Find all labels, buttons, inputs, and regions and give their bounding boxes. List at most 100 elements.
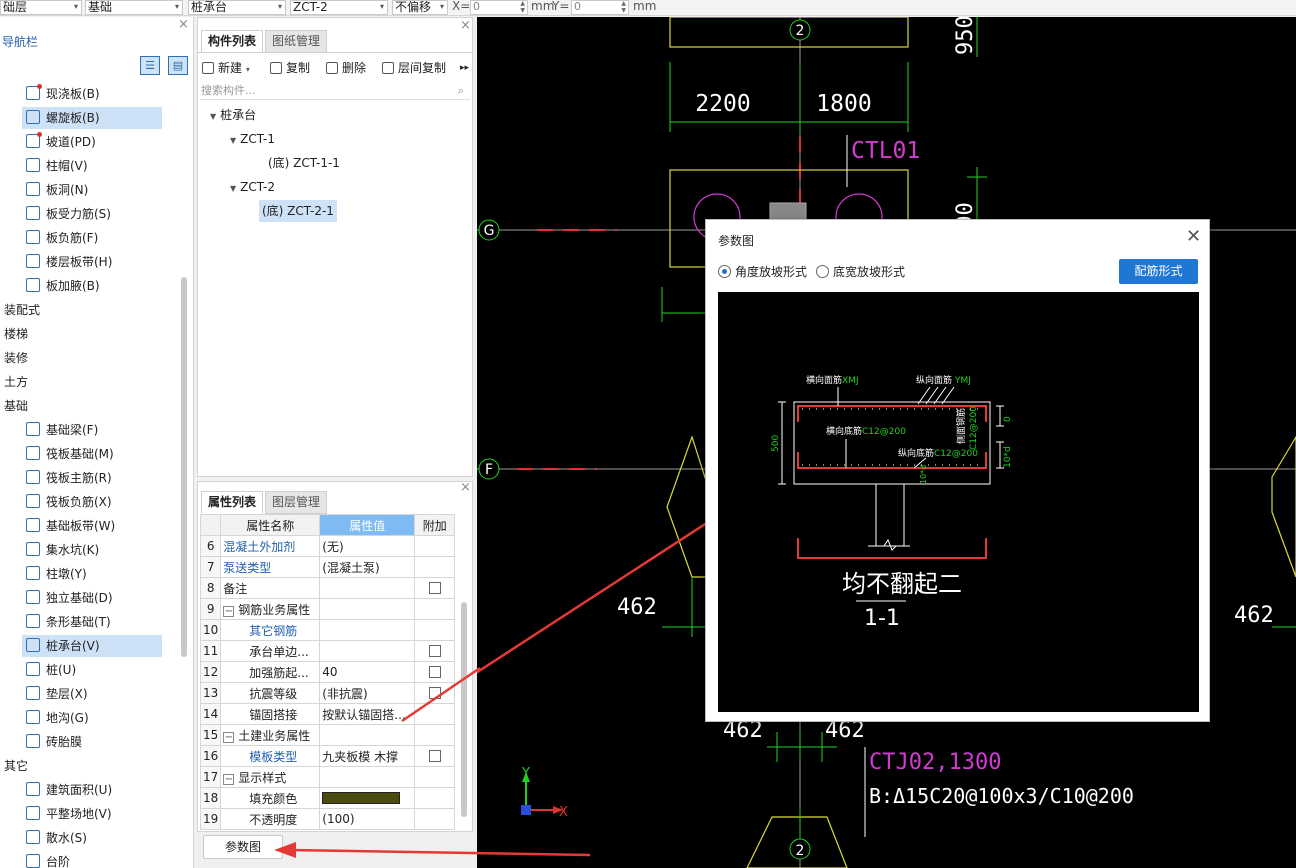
property-value[interactable]: (100)	[319, 808, 416, 830]
checkbox[interactable]	[428, 750, 441, 762]
table-row[interactable]: 14 锚固搭接 按默认锚固搭...	[199, 703, 456, 725]
tree-node-zct2[interactable]: ▼ ZCT-2	[230, 176, 275, 198]
nav-item[interactable]: 板负筋(F)	[22, 227, 162, 249]
property-value[interactable]: (非抗震)	[319, 682, 416, 704]
table-row[interactable]: 13 抗震等级 (非抗震)	[199, 682, 456, 704]
checkbox[interactable]	[428, 645, 441, 657]
checkbox[interactable]	[428, 582, 441, 594]
tab-component-list[interactable]: 构件列表	[201, 30, 264, 53]
nav-item[interactable]: 散水(S)	[22, 827, 162, 849]
nav-item[interactable]: 平整场地(V)	[22, 803, 162, 825]
table-row[interactable]: 12 加强筋起... 40	[199, 661, 456, 683]
property-value[interactable]: 九夹板模 木撑	[319, 745, 416, 767]
parameter-diagram-button[interactable]: 参数图	[203, 835, 283, 859]
table-row[interactable]: 11 承台单边...	[199, 640, 456, 662]
nav-item[interactable]: 筏板基础(M)	[22, 443, 162, 465]
type-select[interactable]: 桩承台 ▾	[188, 0, 286, 15]
component-select[interactable]: ZCT-2 ▾	[290, 0, 388, 15]
property-value[interactable]: 40	[319, 661, 416, 683]
detail-view-icon[interactable]: ▤	[168, 56, 188, 75]
property-value[interactable]	[319, 787, 416, 809]
nav-item[interactable]: 筏板主筋(R)	[22, 467, 162, 489]
nav-item[interactable]: 筏板负筋(X)	[22, 491, 162, 513]
nav-item[interactable]: 条形基础(T)	[22, 611, 162, 633]
nav-category[interactable]: 其它	[4, 755, 28, 777]
nav-item[interactable]: 板受力筋(S)	[22, 203, 162, 225]
nav-item[interactable]: 地沟(G)	[22, 707, 162, 729]
nav-item[interactable]: 建筑面积(U)	[22, 779, 162, 801]
floor-copy-button[interactable]: 层间复制	[382, 59, 446, 77]
property-value[interactable]	[319, 619, 416, 641]
x-input[interactable]: 0 ▲ ▼	[470, 0, 528, 15]
scrollbar[interactable]	[181, 277, 187, 657]
property-value[interactable]: (混凝土泵)	[319, 556, 416, 578]
nav-category[interactable]: 装修	[4, 347, 28, 369]
tree-node-root[interactable]: ▼ 桩承台	[210, 104, 256, 126]
nav-item[interactable]: 砖胎膜	[22, 731, 162, 753]
nav-item[interactable]: 台阶	[22, 851, 162, 868]
collapse-icon[interactable]: −	[223, 773, 235, 785]
close-icon[interactable]: ✕	[1186, 228, 1201, 246]
tree-node-zct1-1[interactable]: (底) ZCT-1-1	[268, 152, 340, 174]
y-input[interactable]: 0 ▲ ▼	[571, 0, 629, 15]
scrollbar[interactable]	[461, 602, 467, 817]
table-row[interactable]: 18 填充颜色	[199, 787, 456, 809]
copy-button[interactable]: 复制	[270, 59, 310, 77]
radio-angle-slope[interactable]: 角度放坡形式	[718, 263, 807, 280]
nav-item[interactable]: 楼层板带(H)	[22, 251, 162, 273]
property-value[interactable]: (无)	[319, 535, 416, 557]
nav-item[interactable]: 桩(U)	[22, 659, 162, 681]
nav-item[interactable]: 板加腋(B)	[22, 275, 162, 297]
spinner-icon[interactable]: ▲ ▼	[621, 0, 626, 14]
table-row[interactable]: 15− 土建业务属性	[199, 724, 456, 746]
table-row[interactable]: 8 备注	[199, 577, 456, 599]
nav-item[interactable]: 柱帽(V)	[22, 155, 162, 177]
rebar-form-button[interactable]: 配筋形式	[1119, 259, 1198, 284]
property-value[interactable]	[319, 724, 416, 746]
tab-drawing-management[interactable]: 图纸管理	[265, 30, 328, 53]
checkbox[interactable]	[428, 687, 441, 699]
nav-item[interactable]: 板洞(N)	[22, 179, 162, 201]
property-value[interactable]	[319, 766, 416, 788]
nav-item[interactable]: 柱墩(Y)	[22, 563, 162, 585]
offset-select[interactable]: 不偏移 ▾	[392, 0, 448, 15]
table-row[interactable]: 19 不透明度 (100)	[199, 808, 456, 830]
nav-item[interactable]: 坡道(PD)	[22, 131, 162, 153]
table-row[interactable]: 6 混凝土外加剂 (无)	[199, 535, 456, 557]
table-row[interactable]: 7 泵送类型 (混凝土泵)	[199, 556, 456, 578]
spinner-icon[interactable]: ▲ ▼	[520, 0, 525, 14]
nav-category[interactable]: 楼梯	[4, 323, 28, 345]
nav-item[interactable]: 独立基础(D)	[22, 587, 162, 609]
tab-property-list[interactable]: 属性列表	[201, 491, 264, 514]
delete-button[interactable]: 删除	[326, 59, 366, 77]
list-view-icon[interactable]: ☰	[140, 56, 160, 75]
table-row[interactable]: 9− 钢筋业务属性	[199, 598, 456, 620]
nav-item[interactable]: 集水坑(K)	[22, 539, 162, 561]
collapse-icon[interactable]: −	[223, 731, 235, 743]
nav-item[interactable]: 螺旋板(B)	[22, 107, 162, 129]
tree-node-zct2-1[interactable]: (底) ZCT-2-1	[259, 200, 337, 222]
tab-layer-management[interactable]: 图层管理	[265, 491, 328, 514]
close-icon[interactable]: ×	[460, 19, 471, 32]
radio-bottom-width-slope[interactable]: 底宽放坡形式	[816, 263, 905, 280]
floor-select[interactable]: 础层 ▾	[0, 0, 82, 15]
nav-item[interactable]: 基础梁(F)	[22, 419, 162, 441]
tree-node-zct1[interactable]: ▼ ZCT-1	[230, 128, 275, 150]
nav-item[interactable]: 垫层(X)	[22, 683, 162, 705]
property-value[interactable]	[319, 598, 416, 620]
table-row[interactable]: 17− 显示样式	[199, 766, 456, 788]
color-swatch[interactable]	[322, 792, 401, 804]
nav-category[interactable]: 土方	[4, 371, 28, 393]
nav-category[interactable]: 基础	[4, 395, 28, 417]
nav-category[interactable]: 装配式	[4, 299, 40, 321]
category-select[interactable]: 基础 ▾	[85, 0, 183, 15]
collapse-icon[interactable]: −	[223, 605, 235, 617]
nav-item[interactable]: 现浇板(B)	[22, 83, 162, 105]
more-icon[interactable]: ▸▸	[460, 59, 469, 77]
property-value[interactable]	[319, 640, 416, 662]
property-value[interactable]	[319, 577, 416, 599]
new-button[interactable]: 新建 ▾	[202, 59, 250, 77]
close-icon[interactable]: ×	[460, 481, 471, 494]
property-value[interactable]: 按默认锚固搭...	[319, 703, 416, 725]
table-row[interactable]: 10 其它钢筋	[199, 619, 456, 641]
